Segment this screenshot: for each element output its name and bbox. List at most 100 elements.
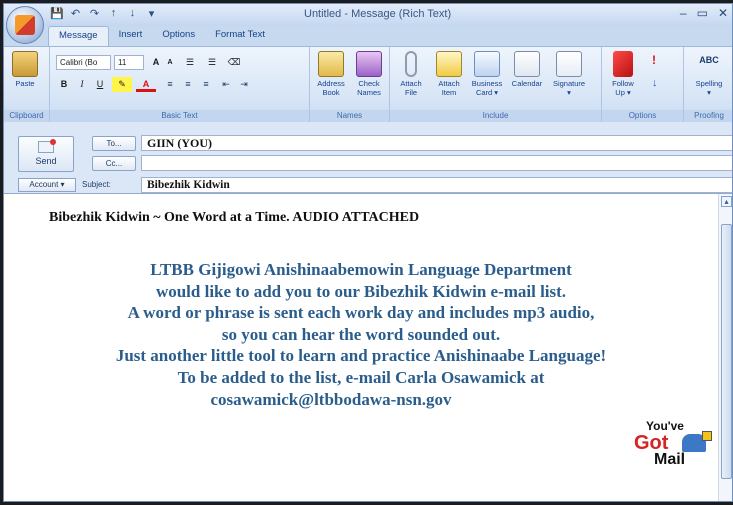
align-left-button[interactable]: ≡	[162, 77, 178, 92]
arrow-down-icon[interactable]: ↓	[126, 7, 139, 20]
spelling-label-1: Spelling	[695, 79, 723, 88]
message-editor[interactable]: Bibezhik Kidwin ~ One Word at a Time. AU…	[4, 194, 718, 501]
message-header: Send To... GIIN (YOU) Cc... Account ▾ Su…	[4, 122, 732, 194]
send-button[interactable]: Send	[18, 136, 74, 172]
increase-indent-button[interactable]: ⇥	[236, 77, 252, 92]
message-line: To be added to the list, e-mail Carla Os…	[177, 367, 545, 387]
grow-font-button[interactable]: A	[150, 55, 162, 70]
message-line: would like to add you to our Bibezhik Ki…	[155, 281, 567, 301]
bold-button[interactable]: B	[56, 77, 72, 92]
attach-file-button[interactable]: Attach File	[394, 51, 428, 97]
signature-icon	[556, 51, 582, 77]
redo-icon[interactable]: ↷	[88, 7, 101, 20]
quick-access-toolbar: 💾 ↶ ↷ ↑ ↓ ▾	[50, 7, 158, 20]
envelope-icon	[436, 51, 462, 77]
title-bar: 💾 ↶ ↷ ↑ ↓ ▾ Untitled - Message (Rich Tex…	[4, 4, 732, 26]
business-card-label-1: Business	[471, 79, 503, 88]
font-color-button[interactable]: A	[136, 77, 156, 92]
italic-button[interactable]: I	[74, 77, 90, 92]
tab-options[interactable]: Options	[152, 26, 205, 46]
address-book-button[interactable]: Address Book	[314, 51, 348, 97]
to-field[interactable]: GIIN (YOU)	[141, 135, 732, 151]
ribbon-tabs: Message Insert Options Format Text	[48, 26, 275, 46]
options-group: Follow Up ▾ ! ↓ Options	[602, 47, 684, 123]
business-card-button[interactable]: Business Card ▾	[470, 51, 504, 97]
numbering-button[interactable]: ☰	[204, 55, 220, 70]
signature-button[interactable]: Signature ▾	[552, 51, 586, 97]
message-line: A word or phrase is sent each work day a…	[127, 303, 595, 323]
scroll-up-icon[interactable]: ▴	[721, 196, 732, 207]
vertical-scrollbar[interactable]: ▴	[718, 194, 732, 501]
message-line: LTBB Gijigowi Anishinaabemowin Language …	[150, 260, 572, 279]
names-group: Address Book Check Names Names	[310, 47, 390, 123]
calendar-icon	[514, 51, 540, 77]
follow-up-label-1: Follow	[612, 79, 634, 88]
message-line: so you can hear the word sounded out.	[221, 324, 501, 344]
follow-up-label-2: Up ▾	[615, 88, 631, 97]
tab-message[interactable]: Message	[48, 26, 109, 46]
to-button[interactable]: To...	[92, 136, 136, 151]
importance-low-icon[interactable]: ↓	[652, 77, 662, 89]
shrink-font-button[interactable]: A	[164, 55, 176, 70]
font-name-select[interactable]: Calibri (Bo	[56, 55, 111, 70]
undo-icon[interactable]: ↶	[69, 7, 82, 20]
proofing-group-label: Proofing	[684, 110, 732, 122]
attach-item-label-2: Item	[441, 88, 457, 97]
mailbox-flag-icon	[702, 431, 712, 441]
paste-label: Paste	[15, 79, 35, 88]
cc-field[interactable]	[141, 155, 732, 171]
send-label: Send	[35, 156, 57, 166]
cc-button[interactable]: Cc...	[92, 156, 136, 171]
window-title: Untitled - Message (Rich Text)	[304, 8, 452, 20]
decrease-indent-button[interactable]: ⇤	[218, 77, 234, 92]
minimize-button[interactable]: –	[680, 6, 687, 20]
address-book-icon	[318, 51, 344, 77]
font-size-select[interactable]: 11	[114, 55, 144, 70]
bullets-button[interactable]: ☰	[182, 55, 198, 70]
scrollbar-thumb[interactable]	[721, 224, 732, 479]
maximize-button[interactable]: ▭	[697, 6, 708, 20]
close-button[interactable]: ✕	[718, 6, 728, 20]
tab-insert[interactable]: Insert	[109, 26, 153, 46]
align-right-button[interactable]: ≡	[198, 77, 214, 92]
send-icon	[38, 139, 56, 153]
clear-formatting-button[interactable]: ⌫	[226, 55, 242, 70]
basic-text-group-label: Basic Text	[50, 110, 309, 122]
address-book-label-1: Address	[317, 79, 345, 88]
paste-button[interactable]: Paste	[8, 51, 42, 88]
tab-format-text[interactable]: Format Text	[205, 26, 275, 46]
subject-field[interactable]: Bibezhik Kidwin	[141, 177, 732, 193]
arrow-up-icon[interactable]: ↑	[107, 7, 120, 20]
youve-got-mail-badge: You've Got Mail	[624, 419, 714, 489]
check-names-button[interactable]: Check Names	[352, 51, 386, 97]
underline-button[interactable]: U	[92, 77, 108, 92]
include-group-label: Include	[390, 110, 601, 122]
ribbon: Paste Clipboard Calibri (Bo 11 A A ☰ ☰ ⌫…	[4, 46, 732, 123]
signature-label-1: Signature	[552, 79, 586, 88]
highlight-button[interactable]: ✎	[112, 77, 132, 92]
message-body[interactable]: Bibezhik Kidwin ~ One Word at a Time. AU…	[4, 194, 732, 501]
paste-icon	[12, 51, 38, 77]
intro-line: Bibezhik Kidwin ~ One Word at a Time. AU…	[49, 210, 420, 225]
spelling-button[interactable]: ABC Spelling ▾	[692, 51, 726, 97]
customize-toolbar-icon[interactable]: ▾	[145, 7, 158, 20]
calendar-button[interactable]: Calendar	[510, 51, 544, 88]
message-paragraph: LTBB Gijigowi Anishinaabemowin Language …	[4, 259, 718, 410]
clipboard-group-label: Clipboard	[4, 110, 49, 122]
align-center-button[interactable]: ≡	[180, 77, 196, 92]
account-button[interactable]: Account ▾	[18, 178, 76, 192]
office-logo-icon	[15, 15, 35, 35]
spelling-icon: ABC	[699, 55, 719, 65]
follow-up-button[interactable]: Follow Up ▾	[606, 51, 640, 97]
importance-high-icon[interactable]: !	[652, 53, 662, 67]
attach-item-button[interactable]: Attach Item	[432, 51, 466, 97]
basic-text-group: Calibri (Bo 11 A A ☰ ☰ ⌫ B I U ✎ A ≡ ≡ ≡…	[50, 47, 310, 123]
calendar-label: Calendar	[511, 79, 543, 88]
save-icon[interactable]: 💾	[50, 7, 64, 20]
attach-item-label-1: Attach	[438, 79, 460, 88]
business-card-label-2: Card ▾	[475, 88, 499, 97]
window-controls: – ▭ ✕	[680, 6, 728, 20]
business-card-icon	[474, 51, 500, 77]
message-window: 💾 ↶ ↷ ↑ ↓ ▾ Untitled - Message (Rich Tex…	[3, 3, 733, 502]
office-button[interactable]	[6, 6, 44, 44]
